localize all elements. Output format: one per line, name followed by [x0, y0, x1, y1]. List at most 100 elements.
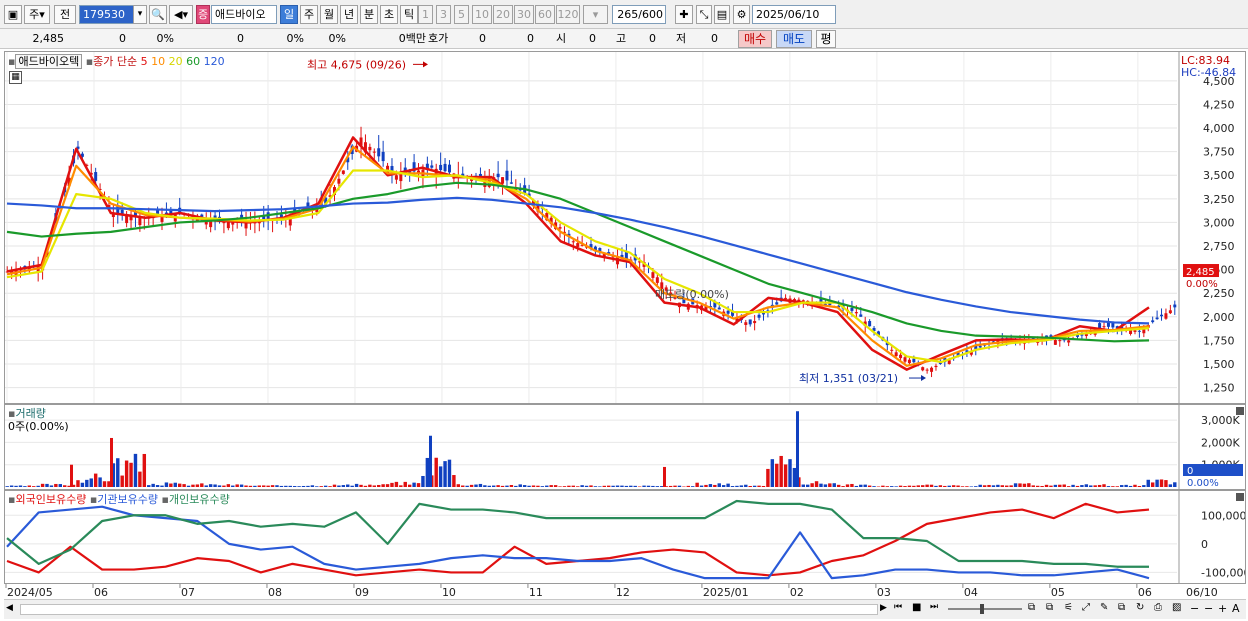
gear-icon[interactable]: ⚙ — [733, 5, 750, 24]
fast-forward-icon[interactable]: ⏭ — [930, 602, 944, 617]
eval-button[interactable]: 평 — [816, 30, 836, 48]
volume-bar — [814, 481, 819, 487]
interval-10[interactable]: 10 — [472, 5, 492, 24]
scroll-right-icon[interactable]: ▶ — [880, 603, 892, 616]
buy-button[interactable]: 매수 — [738, 30, 772, 48]
zoom-slider-thumb[interactable] — [980, 604, 984, 614]
volume-bar — [1133, 484, 1137, 487]
volume-bar — [248, 485, 253, 487]
save-icon[interactable]: ▤ — [714, 5, 730, 24]
volume-bar — [1062, 484, 1066, 487]
candle-body — [921, 367, 925, 371]
period-week-tab[interactable]: 주 — [300, 5, 318, 24]
volume-bar — [615, 485, 620, 487]
interval-30[interactable]: 30 — [514, 5, 534, 24]
volume-bar — [434, 457, 438, 487]
candle-body — [859, 314, 863, 317]
chart-type-dropdown[interactable]: 주▾ — [24, 5, 50, 24]
price-y-tick: 1,250 — [1203, 382, 1235, 395]
holding-pane[interactable]: 100,0000-100,000 ▪외국인보유수량 ▪기관보유수량 ▪개인보유수… — [4, 490, 1246, 584]
compare-icon[interactable]: ⧉ — [1118, 602, 1134, 617]
volume-bar — [1137, 485, 1142, 487]
price-legend: ▪ 애드바이오텍 ▪종가 단순 5 10 20 60 120 — [8, 54, 225, 69]
scroll-left-icon[interactable]: ◀ — [6, 603, 18, 616]
pane-maximize-icon[interactable] — [1236, 407, 1244, 415]
interval-60[interactable]: 60 — [535, 5, 555, 24]
refresh-icon[interactable]: ↻ — [1136, 602, 1152, 617]
interval-5[interactable]: 5 — [454, 5, 469, 24]
sell-button[interactable]: 매도 — [776, 30, 812, 48]
layout-icon[interactable]: ⧉ — [1046, 602, 1062, 617]
date-input[interactable]: 2025/06/10 — [752, 5, 836, 24]
candle-body — [748, 319, 752, 325]
volume-bar — [226, 484, 231, 487]
volume-bar — [412, 482, 416, 487]
stop-icon[interactable]: ■ — [912, 602, 926, 617]
prev-button[interactable]: 전 — [54, 5, 76, 24]
period-month-label: 월 — [323, 8, 335, 21]
speaker-icon[interactable]: ◀▾ — [169, 5, 193, 24]
image-icon[interactable]: ▨ — [1172, 602, 1188, 617]
period-minute-tab[interactable]: 분 — [360, 5, 378, 24]
period-second-tab[interactable]: 초 — [380, 5, 398, 24]
volume-bar — [996, 484, 1000, 487]
print-icon[interactable]: ⎙ — [1154, 602, 1170, 617]
volume-bar — [270, 485, 275, 487]
holding-series-line — [6, 502, 1150, 577]
volume-pane[interactable]: 3,000K2,000K1,000K00.00% ▪거래량 0주(0.00%) — [4, 404, 1246, 490]
volume-bar — [1150, 482, 1155, 487]
candle-body — [447, 164, 451, 173]
candle-body — [341, 170, 345, 174]
amount-value: 0백만 — [398, 32, 426, 45]
candle-body — [1111, 322, 1115, 328]
zoom-out-icon[interactable]: − — [1190, 602, 1204, 617]
volume-bar — [969, 486, 974, 487]
expand-icon[interactable]: ⤢ — [1082, 602, 1098, 617]
candle-body — [850, 307, 854, 311]
volume-bar — [363, 485, 368, 487]
volume-bar — [695, 482, 699, 487]
interval-1[interactable]: 1 — [418, 5, 433, 24]
price-pane[interactable]: 4,500 4,250 4,000 3,750 3,500 3,250 3,000 2,750… — [4, 51, 1246, 404]
candle-body — [925, 369, 929, 371]
candle-body — [368, 146, 372, 151]
period-day-tab[interactable]: 일 — [280, 5, 298, 24]
volume-bar — [142, 453, 147, 487]
zoom-in-icon[interactable]: + — [1218, 602, 1232, 617]
period-year-tab[interactable]: 년 — [340, 5, 358, 24]
draw-tool-icon[interactable]: ⤡ — [696, 5, 712, 24]
crosshair-icon[interactable]: ✚ — [675, 5, 693, 24]
candle-body — [1160, 314, 1164, 317]
interval-3[interactable]: 3 — [436, 5, 451, 24]
volume-bar — [292, 486, 297, 487]
candle-body — [907, 359, 911, 364]
zoom-slider[interactable] — [948, 608, 1022, 610]
minus-icon[interactable]: − — [1204, 602, 1218, 617]
period-tick-tab[interactable]: 틱 — [400, 5, 418, 24]
pane-maximize-icon[interactable] — [1236, 493, 1244, 501]
volume-bar — [624, 485, 629, 487]
tools-icon[interactable]: ✎ — [1100, 602, 1116, 617]
candle-body — [399, 174, 403, 182]
window-menu-icon[interactable]: ▣ — [4, 5, 22, 24]
auto-scale-icon[interactable]: A — [1232, 602, 1244, 617]
copy-icon[interactable]: ⧉ — [1028, 602, 1044, 617]
scroll-track[interactable] — [20, 604, 878, 615]
rewind-icon[interactable]: ⏮ — [894, 602, 908, 617]
volume-bar — [974, 486, 978, 487]
search-icon[interactable]: 🔍 — [149, 5, 167, 24]
code-dropdown-icon[interactable]: ▾ — [133, 5, 147, 24]
count-input[interactable]: 265/600 — [612, 5, 666, 24]
price-y-tick: 3,000 — [1203, 216, 1235, 229]
candle-body — [753, 321, 757, 324]
interval-dropdown[interactable]: ▾ — [583, 5, 608, 24]
stock-name-field[interactable]: 애드바이오 — [211, 5, 277, 24]
grid-toggle-icon[interactable]: ▦ — [9, 71, 22, 84]
split-icon[interactable]: ⚟ — [1064, 602, 1080, 617]
interval-20[interactable]: 20 — [493, 5, 513, 24]
interval-30-label: 30 — [517, 8, 531, 21]
interval-120[interactable]: 120 — [556, 5, 580, 24]
volume-bar — [98, 477, 102, 487]
volume-bar — [262, 485, 266, 487]
period-month-tab[interactable]: 월 — [320, 5, 338, 24]
